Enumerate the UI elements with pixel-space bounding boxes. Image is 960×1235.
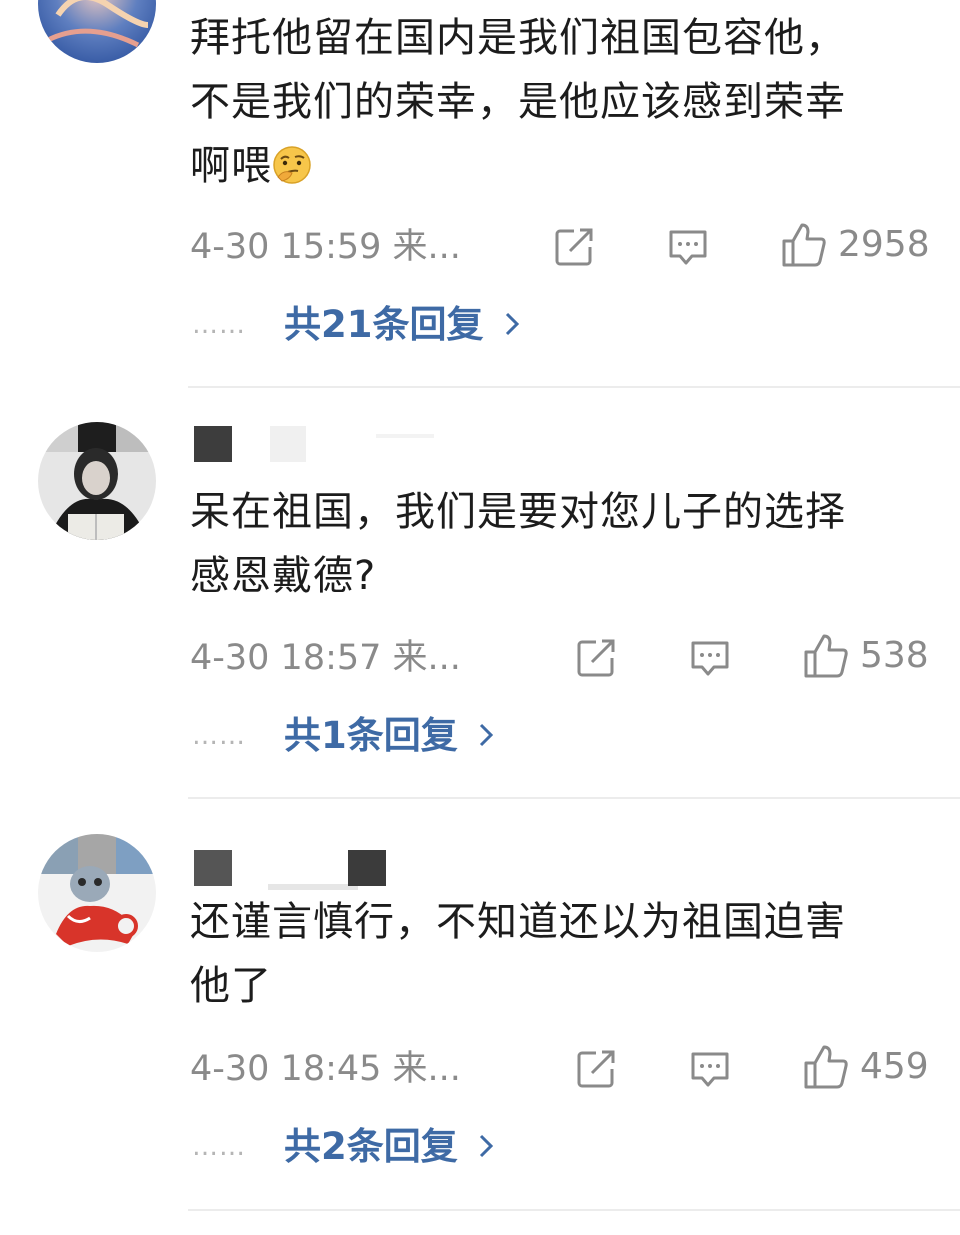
comment-icon [688, 636, 732, 680]
redaction-block [376, 434, 434, 438]
like-count: 2958 [838, 224, 930, 265]
replies-label: 共1条回复 [284, 714, 458, 757]
view-replies[interactable]: …… 共2条回复 [192, 1122, 494, 1172]
share-button[interactable] [574, 633, 618, 683]
redaction-block [270, 426, 306, 462]
comment-button[interactable] [688, 1044, 732, 1094]
comment-text-line: 感恩戴德? [190, 553, 377, 599]
redaction-block [194, 426, 232, 462]
comment-item: 呆在祖国，我们是要对您儿子的选择 感恩戴德? 4-30 18:57 来... 5… [0, 388, 960, 800]
comment-meta: 4-30 15:59 来... [190, 222, 461, 272]
like-button[interactable]: 459 [802, 1042, 929, 1092]
comment-timestamp: 4-30 18:45 来... [190, 1049, 461, 1089]
comment-text-fragment: 啊喂 [190, 143, 272, 189]
replies-label: 共21条回复 [284, 303, 484, 346]
replies-link[interactable]: 共21条回复 [284, 300, 520, 350]
thinking-face-emoji [272, 140, 312, 184]
thumbs-up-icon [802, 1043, 850, 1091]
comment-button[interactable] [688, 633, 732, 683]
comment-text: 拜托他留在国内是我们祖国包容他， 不是我们的荣幸，是他应该感到荣幸 啊喂 [190, 6, 930, 198]
replies-link[interactable]: 共1条回复 [284, 711, 494, 761]
comment-text-line: 拜托他留在国内是我们祖国包容他， [190, 15, 846, 61]
thumbs-up-icon [802, 632, 850, 680]
divider [188, 797, 960, 799]
username-redacted[interactable] [190, 426, 440, 462]
chevron-right-icon [504, 300, 520, 350]
dots-separator: …… [192, 721, 246, 751]
view-replies[interactable]: …… 共21条回复 [192, 300, 520, 350]
replies-link[interactable]: 共2条回复 [284, 1122, 494, 1172]
share-button[interactable] [574, 1044, 618, 1094]
like-button[interactable]: 2958 [780, 220, 930, 270]
chevron-right-icon [478, 711, 494, 761]
like-button[interactable]: 538 [802, 631, 929, 681]
avatar[interactable] [38, 422, 156, 540]
share-button[interactable] [552, 222, 596, 272]
comment-text-line: 呆在祖国，我们是要对您儿子的选择 [190, 489, 846, 535]
comment-timestamp: 4-30 15:59 来... [190, 227, 461, 267]
comment-meta: 4-30 18:57 来... [190, 633, 461, 683]
comment-text: 呆在祖国，我们是要对您儿子的选择 感恩戴德? [190, 480, 930, 608]
comment-text: 还谨言慎行，不知道还以为祖国迫害 他了 [190, 890, 930, 1018]
comment-text-line: 啊喂 [190, 134, 930, 198]
dots-separator: …… [192, 310, 246, 340]
username-redacted[interactable] [190, 850, 440, 890]
share-icon [552, 225, 596, 269]
divider [188, 1209, 960, 1211]
share-icon [574, 1047, 618, 1091]
comment-timestamp: 4-30 18:57 来... [190, 638, 461, 678]
redaction-block [348, 850, 386, 886]
avatar[interactable] [38, 0, 156, 63]
comment-text-line: 还谨言慎行，不知道还以为祖国迫害 [190, 899, 846, 945]
dots-separator: …… [192, 1132, 246, 1162]
comment-item: 还谨言慎行，不知道还以为祖国迫害 他了 4-30 18:45 来... 459 … [0, 800, 960, 1235]
chevron-right-icon [478, 1122, 494, 1172]
avatar[interactable] [38, 834, 156, 952]
replies-label: 共2条回复 [284, 1125, 458, 1168]
comment-icon [666, 225, 710, 269]
redaction-block [194, 850, 232, 886]
comment-meta: 4-30 18:45 来... [190, 1044, 461, 1094]
comment-text-line: 不是我们的荣幸，是他应该感到荣幸 [190, 79, 846, 125]
share-icon [574, 636, 618, 680]
comment-icon [688, 1047, 732, 1091]
comment-text-line: 他了 [190, 963, 272, 1009]
like-count: 538 [860, 635, 929, 676]
comment-item: 拜托他留在国内是我们祖国包容他， 不是我们的荣幸，是他应该感到荣幸 啊喂 4-3… [0, 0, 960, 388]
comment-button[interactable] [666, 222, 710, 272]
thumbs-up-icon [780, 221, 828, 269]
like-count: 459 [860, 1046, 929, 1087]
view-replies[interactable]: …… 共1条回复 [192, 711, 494, 761]
